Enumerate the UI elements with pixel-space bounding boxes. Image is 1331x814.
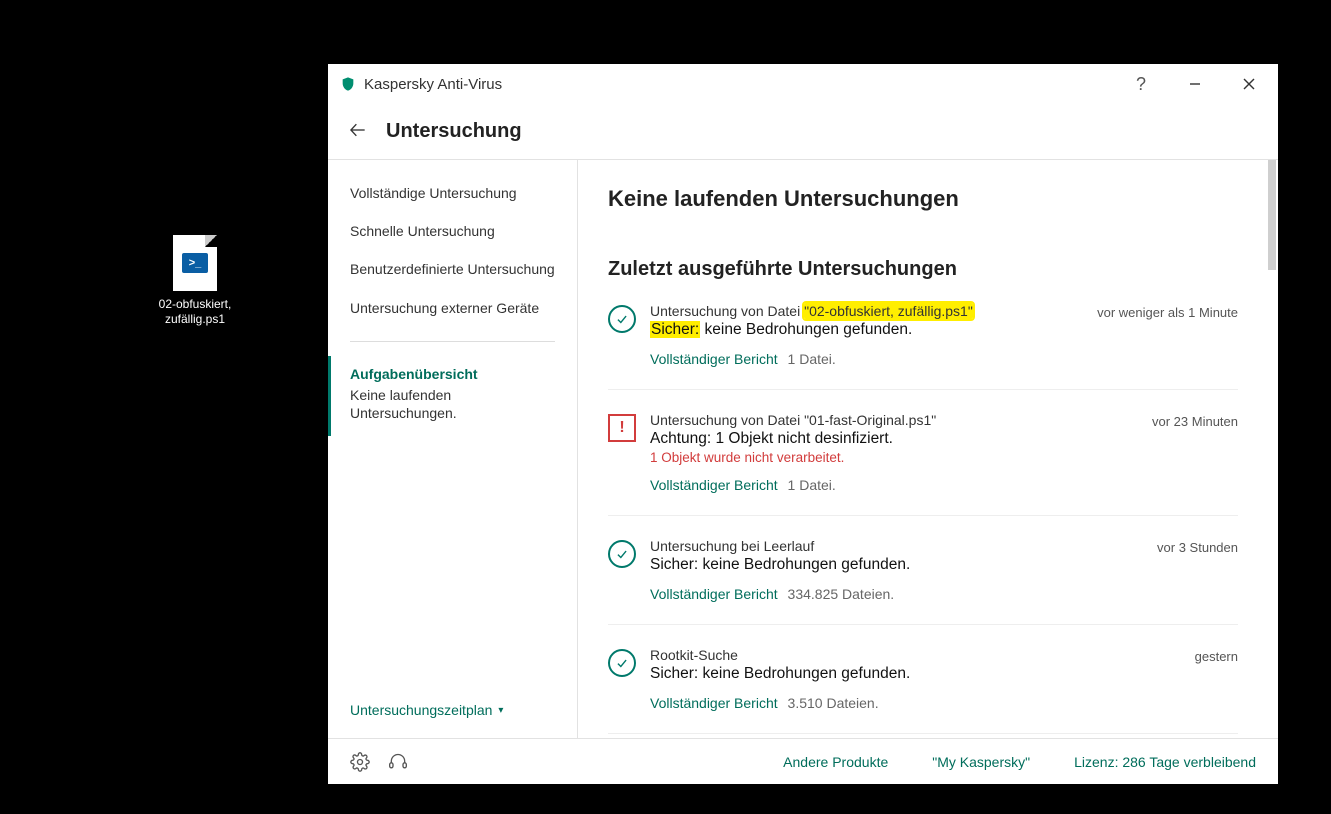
scan-file-count: 3.510 Dateien. [788,695,879,711]
highlighted-safe-label: Sicher: [650,321,700,338]
scan-report-line: Vollständiger Bericht 1 Datei. [650,351,1063,367]
highlighted-filename: "02-obfuskiert, zufällig.ps1" [804,303,973,319]
scan-report-line: Vollständiger Bericht 3.510 Dateien. [650,695,1161,711]
powershell-glyph: >_ [182,253,208,273]
footer-link-other-products[interactable]: Andere Produkte [783,754,888,770]
chevron-down-icon: ▾ [498,705,503,716]
footer-bar: Andere Produkte "My Kaspersky" Lizenz: 2… [328,738,1278,784]
checkmark-icon [608,540,636,568]
subheader: Untersuchung [328,104,1278,160]
sidebar-item-task-overview[interactable]: Aufgabenübersicht Keine laufenden Unters… [328,356,577,436]
scan-time: vor 23 Minuten [1132,412,1238,493]
warning-icon: ! [608,414,636,442]
minimize-button[interactable] [1172,64,1218,104]
scan-status-line: Sicher: keine Bedrohungen gefunden. [650,321,1063,339]
scan-result-row: Untersuchung bei Leerlauf Sicher: keine … [608,538,1238,625]
desktop-file-label: 02-obfuskiert, zufällig.ps1 [150,297,240,327]
scan-title: Untersuchung von Datei "01-fast-Original… [650,412,1118,428]
page-title: Untersuchung [386,120,522,143]
scan-report-line: Vollständiger Bericht 1 Datei. [650,477,1118,493]
full-report-link[interactable]: Vollständiger Bericht [650,351,778,367]
scan-time: vor weniger als 1 Minute [1077,303,1238,367]
back-button[interactable] [348,120,368,143]
titlebar: Kaspersky Anti-Virus ? [328,64,1278,104]
full-report-link[interactable]: Vollständiger Bericht [650,695,778,711]
scan-title: Rootkit-Suche [650,647,1161,663]
sidebar-item-full-scan[interactable]: Vollständige Untersuchung [328,174,577,212]
scan-time: gestern [1175,647,1238,711]
scan-result-row: ! Untersuchung von Datei "01-fast-Origin… [608,412,1238,516]
kaspersky-window: Kaspersky Anti-Virus ? Untersuchung Voll… [328,64,1278,784]
checkmark-icon [608,305,636,333]
scan-file-count: 1 Datei. [788,477,836,493]
checkmark-icon [608,649,636,677]
sidebar-group-title: Aufgabenübersicht [350,366,555,382]
scan-file-count: 1 Datei. [788,351,836,367]
app-title: Kaspersky Anti-Virus [364,76,502,93]
scrollbar-thumb[interactable] [1268,160,1276,270]
scan-report-line: Vollständiger Bericht 334.825 Dateien. [650,586,1123,602]
scan-time: vor 3 Stunden [1137,538,1238,602]
scan-status-line: Sicher: keine Bedrohungen gefunden. [650,556,1123,574]
content-panel: Keine laufenden Untersuchungen Zuletzt a… [578,160,1278,738]
sidebar-schedule-label: Untersuchungszeitplan [350,702,492,718]
scan-result-row: Rootkit-Suche Sicher: keine Bedrohungen … [608,647,1238,734]
sidebar-item-quick-scan[interactable]: Schnelle Untersuchung [328,212,577,250]
scan-file-count: 334.825 Dateien. [788,586,895,602]
footer-link-my-kaspersky[interactable]: "My Kaspersky" [932,754,1030,770]
support-button[interactable] [388,752,408,772]
close-button[interactable] [1226,64,1272,104]
help-button[interactable]: ? [1118,64,1164,104]
desktop-file-icon[interactable]: >_ 02-obfuskiert, zufällig.ps1 [150,235,240,327]
scan-result-row: Untersuchung von Datei "02-obfuskiert, z… [608,303,1238,390]
footer-link-license[interactable]: Lizenz: 286 Tage verbleibend [1074,754,1256,770]
kaspersky-shield-icon [340,76,356,92]
sidebar: Vollständige Untersuchung Schnelle Unter… [328,160,578,738]
sidebar-item-custom-scan[interactable]: Benutzerdefinierte Untersuchung [328,250,577,288]
scan-status-line: Sicher: keine Bedrohungen gefunden. [650,665,1161,683]
full-report-link[interactable]: Vollständiger Bericht [650,586,778,602]
sidebar-schedule-link[interactable]: Untersuchungszeitplan ▾ [328,688,577,732]
scan-title: Untersuchung von Datei "02-obfuskiert, z… [650,303,1063,319]
heading-recent-scans: Zuletzt ausgeführte Untersuchungen [608,258,1238,281]
scan-status-line: Achtung: 1 Objekt nicht desinfiziert. [650,430,1118,448]
scan-error-line: 1 Objekt wurde nicht verarbeitet. [650,450,1118,465]
scan-title: Untersuchung bei Leerlauf [650,538,1123,554]
sidebar-group-subtitle: Keine laufenden Untersuchungen. [350,386,555,422]
full-report-link[interactable]: Vollständiger Bericht [650,477,778,493]
sidebar-item-external-devices[interactable]: Untersuchung externer Geräte [328,289,577,327]
settings-button[interactable] [350,752,370,772]
ps1-file-icon: >_ [173,235,217,291]
sidebar-separator [350,341,555,342]
heading-no-running-scans: Keine laufenden Untersuchungen [608,186,1238,212]
